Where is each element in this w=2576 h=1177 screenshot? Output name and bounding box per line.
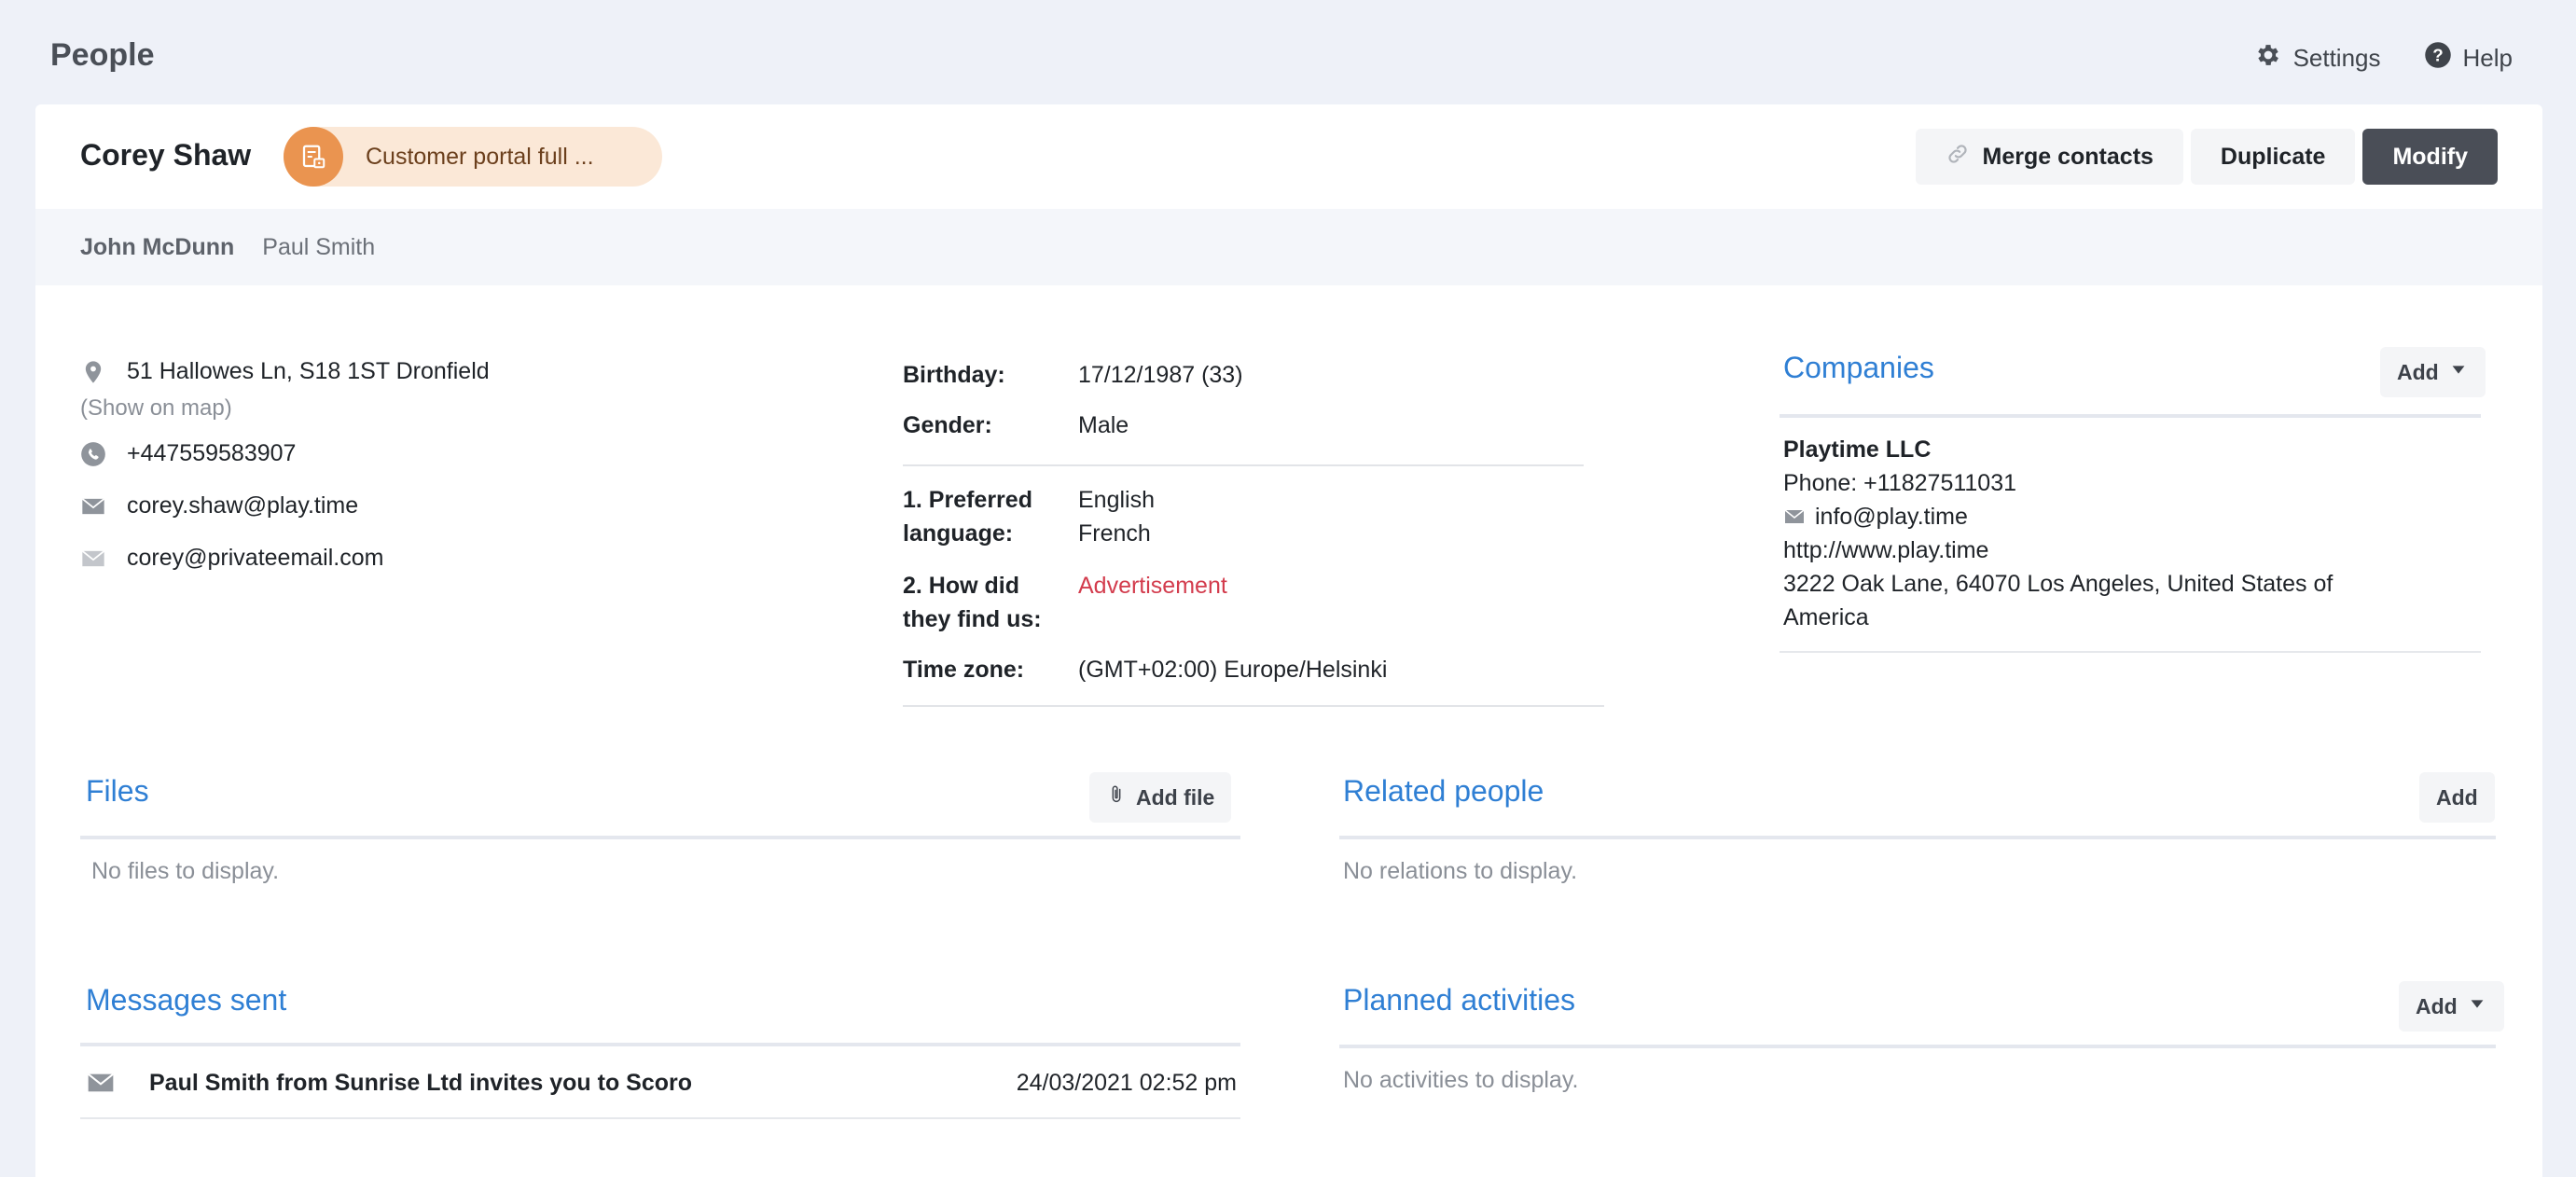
- envelope-icon: [80, 493, 106, 519]
- phone-icon: [80, 441, 106, 467]
- company-website[interactable]: http://www.play.time: [1783, 533, 2333, 567]
- portal-badge[interactable]: Customer portal full ...: [284, 127, 662, 187]
- preferred-language-value-1: English: [1078, 487, 1155, 513]
- duplicate-button[interactable]: Duplicate: [2190, 129, 2356, 185]
- person-card: Corey Shaw Customer portal full ... Merg…: [35, 104, 2542, 1177]
- gear-icon: [2254, 41, 2282, 76]
- companies-title: Companies: [1783, 351, 1934, 384]
- related-quick-links: John McDunn Paul Smith: [35, 209, 2542, 285]
- quick-link-paul-smith[interactable]: Paul Smith: [262, 234, 375, 261]
- activities-empty-text: No activities to display.: [1343, 1067, 1579, 1093]
- preferred-language-label: 1. Preferred language:: [903, 483, 1071, 550]
- settings-link[interactable]: Settings: [2254, 41, 2381, 76]
- message-date: 24/03/2021 02:52 pm: [1016, 1069, 1237, 1096]
- add-file-button[interactable]: Add file: [1089, 772, 1232, 823]
- email-secondary-text[interactable]: corey@privateemail.com: [127, 545, 383, 572]
- birthday-value: 17/12/1987 (33): [1078, 362, 1243, 388]
- caret-down-icon: [2448, 359, 2469, 385]
- activities-add-button[interactable]: Add: [2399, 981, 2504, 1032]
- link-icon: [1946, 142, 1970, 173]
- person-name: Corey Shaw: [80, 138, 252, 172]
- message-subject: Paul Smith from Sunrise Ltd invites you …: [149, 1069, 693, 1096]
- files-divider: [80, 836, 1240, 839]
- found-us-label-line1: 2. How did: [903, 573, 1019, 599]
- envelope-icon: [86, 1068, 116, 1098]
- company-address-line1: 3222 Oak Lane, 64070 Los Angeles, United…: [1783, 571, 2334, 597]
- company-email[interactable]: info@play.time: [1815, 500, 1968, 533]
- company-address-line2: America: [1783, 604, 1869, 630]
- page-title: People: [50, 37, 155, 73]
- address-row: 51 Hallowes Ln, S18 1ST Dronfield: [80, 358, 826, 385]
- svg-text:?: ?: [2432, 45, 2443, 64]
- messages-divider: [80, 1043, 1240, 1046]
- help-icon: ?: [2424, 41, 2452, 76]
- company-email-row: info@play.time: [1783, 500, 2333, 533]
- company-bottom-divider: [1780, 651, 2481, 653]
- companies-add-button[interactable]: Add: [2380, 347, 2486, 397]
- envelope-icon: [80, 546, 106, 572]
- header-actions: Merge contacts Duplicate Modify: [1915, 129, 2498, 185]
- company-name[interactable]: Playtime LLC: [1783, 433, 2333, 466]
- address-text: 51 Hallowes Ln, S18 1ST Dronfield: [127, 358, 490, 384]
- related-divider: [1339, 836, 2496, 839]
- portal-badge-label: Customer portal full ...: [366, 143, 594, 170]
- help-label: Help: [2462, 44, 2513, 72]
- companies-divider: [1780, 414, 2481, 418]
- envelope-icon: [1783, 505, 1806, 528]
- message-row[interactable]: Paul Smith from Sunrise Ltd invites you …: [86, 1061, 1237, 1104]
- details-bottom-divider: [903, 705, 1604, 707]
- email-secondary-row: corey@privateemail.com: [80, 545, 826, 572]
- preferred-language-value: English French: [1078, 483, 1155, 550]
- phone-row: +447559583907: [80, 440, 826, 467]
- portal-icon: [284, 127, 343, 187]
- files-title: Files: [86, 774, 149, 808]
- related-add-button[interactable]: Add: [2419, 772, 2495, 823]
- gender-value: Male: [1078, 412, 1129, 438]
- add-file-label: Add file: [1136, 784, 1215, 810]
- planned-activities-title: Planned activities: [1343, 983, 1576, 1017]
- related-empty-text: No relations to display.: [1343, 858, 1578, 884]
- preferred-language-label-line2: language:: [903, 520, 1014, 547]
- activities-divider: [1339, 1045, 2496, 1048]
- merge-contacts-button[interactable]: Merge contacts: [1915, 129, 2183, 185]
- email-primary-row: corey.shaw@play.time: [80, 492, 826, 519]
- top-actions: Settings ? Help: [2254, 41, 2513, 76]
- quick-link-john-mcdunn[interactable]: John McDunn: [80, 234, 234, 261]
- found-us-value: Advertisement: [1078, 573, 1227, 599]
- gender-label: Gender:: [903, 412, 992, 438]
- birthday-label: Birthday:: [903, 362, 1005, 388]
- email-primary-text[interactable]: corey.shaw@play.time: [127, 492, 358, 519]
- activities-add-label: Add: [2416, 993, 2458, 1018]
- timezone-value: (GMT+02:00) Europe/Helsinki: [1078, 657, 1388, 683]
- details-divider: [903, 464, 1584, 466]
- companies-add-label: Add: [2397, 359, 2439, 384]
- location-pin-icon: [80, 359, 106, 385]
- message-row-divider: [80, 1117, 1240, 1119]
- timezone-label: Time zone:: [903, 657, 1025, 683]
- help-link[interactable]: ? Help: [2424, 41, 2513, 76]
- company-phone: Phone: +11827511031: [1783, 470, 2017, 496]
- person-header: Corey Shaw Customer portal full ... Merg…: [35, 104, 2542, 209]
- related-people-title: Related people: [1343, 774, 1544, 808]
- modify-button[interactable]: Modify: [2362, 129, 2498, 185]
- company-details: Playtime LLC Phone: +11827511031 info@pl…: [1783, 433, 2333, 634]
- phone-text[interactable]: +447559583907: [127, 440, 296, 467]
- top-bar: People Settings ? Help: [0, 0, 2576, 104]
- messages-title: Messages sent: [86, 983, 287, 1017]
- preferred-language-value-2: French: [1078, 520, 1151, 547]
- found-us-label-line2: they find us:: [903, 606, 1042, 632]
- merge-contacts-label: Merge contacts: [1982, 143, 2154, 170]
- found-us-label: 2. How did they find us:: [903, 569, 1071, 636]
- paperclip-icon: [1106, 784, 1127, 810]
- files-empty-text: No files to display.: [91, 858, 280, 884]
- preferred-language-label-line1: 1. Preferred: [903, 487, 1032, 513]
- caret-down-icon: [2467, 993, 2487, 1019]
- show-on-map-link[interactable]: (Show on map): [80, 395, 232, 422]
- settings-label: Settings: [2292, 44, 2381, 72]
